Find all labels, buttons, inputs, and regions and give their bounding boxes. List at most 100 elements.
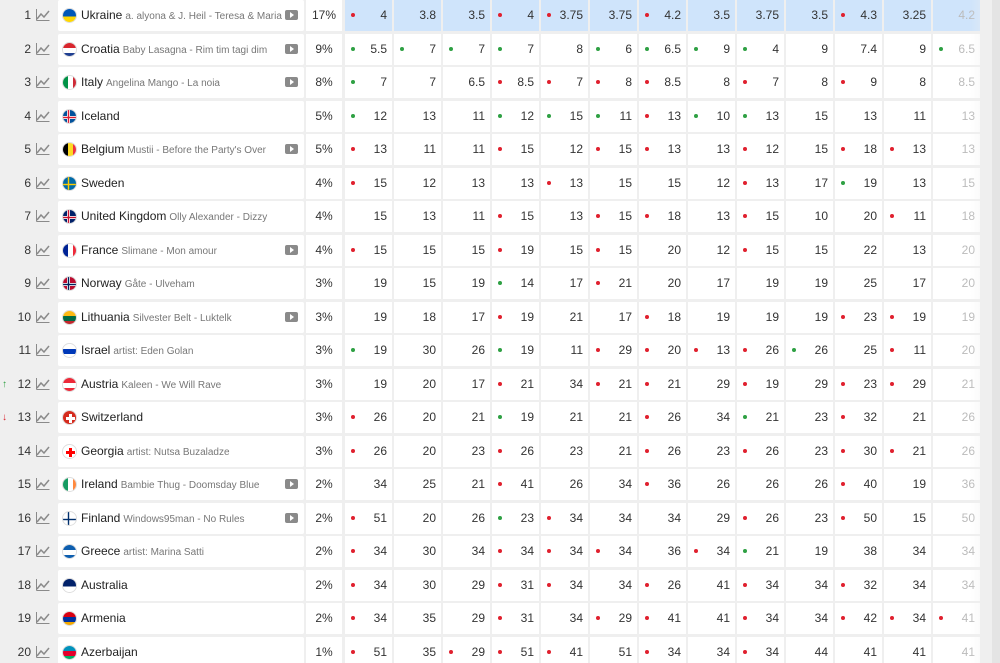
odds-cell[interactable]: 13 [639, 100, 686, 132]
odds-cell[interactable]: 18 [639, 301, 686, 333]
odds-cell[interactable]: 15 [394, 268, 441, 299]
odds-cell[interactable]: 11 [443, 201, 490, 232]
odds-cell[interactable]: 13 [884, 167, 931, 199]
odds-cell[interactable]: 15 [345, 201, 392, 232]
odds-cell[interactable]: 15 [786, 100, 833, 132]
odds-cell[interactable]: 21 [590, 268, 637, 299]
odds-cell[interactable]: 20 [933, 268, 980, 299]
odds-cell[interactable]: 41 [541, 636, 588, 663]
odds-cell[interactable]: 50 [835, 502, 882, 534]
odds-cell[interactable]: 51 [590, 636, 637, 663]
trend-chart-icon[interactable] [36, 377, 50, 390]
odds-cell[interactable]: 20 [639, 335, 686, 366]
odds-cell[interactable]: 26 [639, 402, 686, 433]
odds-cell[interactable]: 4 [737, 33, 784, 65]
odds-cell[interactable]: 4 [492, 0, 539, 31]
odds-cell[interactable]: 7 [541, 67, 588, 98]
trend-chart-icon[interactable] [36, 411, 50, 423]
odds-cell[interactable]: 4.2 [933, 0, 980, 31]
odds-cell[interactable]: 19 [884, 301, 931, 333]
trend-chart-icon[interactable] [36, 444, 50, 457]
odds-cell[interactable]: 34 [541, 603, 588, 634]
odds-cell[interactable]: 8.5 [639, 67, 686, 98]
country-cell[interactable]: Finland Windows95man - No Rules [58, 502, 304, 534]
odds-cell[interactable]: 18 [639, 201, 686, 232]
odds-cell[interactable]: 21 [884, 435, 931, 467]
table-row[interactable]: 18 Australia 2% 34 30 29 31 34 34 26 41 34 34 32 34 34 [0, 569, 1000, 601]
odds-cell[interactable]: 26 [786, 335, 833, 366]
odds-cell[interactable]: 19 [345, 268, 392, 299]
odds-cell[interactable]: 34 [884, 536, 931, 567]
odds-cell[interactable]: 21 [639, 368, 686, 400]
odds-cell[interactable]: 29 [884, 368, 931, 400]
odds-cell[interactable]: 41 [884, 636, 931, 663]
trend-chart-icon[interactable] [36, 344, 50, 356]
odds-cell[interactable]: 15 [933, 167, 980, 199]
odds-cell[interactable]: 25 [835, 268, 882, 299]
odds-cell[interactable]: 11 [884, 335, 931, 366]
odds-cell[interactable]: 26 [443, 335, 490, 366]
trend-chart-icon[interactable] [36, 243, 50, 256]
odds-cell[interactable]: 34 [345, 569, 392, 601]
odds-cell[interactable]: 15 [590, 167, 637, 199]
odds-cell[interactable]: 11 [443, 100, 490, 132]
odds-cell[interactable]: 19 [345, 368, 392, 400]
odds-cell[interactable]: 12 [345, 100, 392, 132]
odds-cell[interactable]: 29 [443, 603, 490, 634]
table-row[interactable]: 3 Italy Angelina Mango - La noia 8% 7 7 6.5 8.5… [0, 67, 1000, 98]
odds-cell[interactable]: 26 [443, 502, 490, 534]
odds-cell[interactable]: 41 [639, 603, 686, 634]
trend-chart-icon[interactable] [36, 478, 50, 490]
table-row[interactable]: 8 France Slimane - Mon amour 4% 15 15 15 19 15 15… [0, 234, 1000, 266]
odds-cell[interactable]: 19 [492, 335, 539, 366]
odds-cell[interactable]: 13 [933, 134, 980, 165]
odds-cell[interactable]: 15 [541, 234, 588, 266]
odds-cell[interactable]: 7 [492, 33, 539, 65]
odds-cell[interactable]: 12 [688, 167, 735, 199]
table-row[interactable]: 6 Sweden 4% 15 12 13 13 13 15 15 12 13 17 19 13 15 [0, 167, 1000, 199]
trend-chart-icon[interactable] [36, 645, 50, 658]
odds-cell[interactable]: 19 [492, 234, 539, 266]
video-icon[interactable] [285, 10, 298, 20]
odds-cell[interactable]: 9 [884, 33, 931, 65]
odds-cell[interactable]: 34 [737, 603, 784, 634]
odds-cell[interactable]: 26 [541, 469, 588, 500]
odds-cell[interactable]: 26 [345, 402, 392, 433]
odds-cell[interactable]: 21 [590, 435, 637, 467]
odds-cell[interactable]: 13 [688, 335, 735, 366]
odds-cell[interactable]: 34 [590, 536, 637, 567]
odds-cell[interactable]: 3.8 [394, 0, 441, 31]
odds-cell[interactable]: 19 [737, 268, 784, 299]
odds-cell[interactable]: 34 [541, 502, 588, 534]
odds-cell[interactable]: 19 [492, 301, 539, 333]
odds-cell[interactable]: 19 [786, 301, 833, 333]
odds-cell[interactable]: 13 [835, 100, 882, 132]
odds-cell[interactable]: 21 [492, 368, 539, 400]
country-cell[interactable]: Austria Kaleen - We Will Rave [58, 368, 304, 400]
odds-cell[interactable]: 19 [737, 368, 784, 400]
odds-cell[interactable]: 29 [786, 368, 833, 400]
odds-cell[interactable]: 15 [345, 167, 392, 199]
odds-cell[interactable]: 9 [688, 33, 735, 65]
country-cell[interactable]: France Slimane - Mon amour [58, 234, 304, 266]
odds-cell[interactable]: 22 [835, 234, 882, 266]
odds-cell[interactable]: 23 [786, 435, 833, 467]
odds-cell[interactable]: 6 [590, 33, 637, 65]
country-cell[interactable]: Australia [58, 569, 304, 601]
odds-cell[interactable]: 19 [345, 335, 392, 366]
odds-cell[interactable]: 36 [933, 469, 980, 500]
odds-cell[interactable]: 34 [443, 536, 490, 567]
odds-cell[interactable]: 21 [541, 301, 588, 333]
odds-cell[interactable]: 15 [345, 234, 392, 266]
odds-cell[interactable]: 15 [884, 502, 931, 534]
odds-cell[interactable]: 18 [835, 134, 882, 165]
odds-cell[interactable]: 14 [492, 268, 539, 299]
odds-cell[interactable]: 21 [737, 402, 784, 433]
video-icon[interactable] [285, 244, 298, 255]
odds-cell[interactable]: 26 [737, 335, 784, 366]
country-cell[interactable]: Iceland [58, 100, 304, 132]
odds-cell[interactable]: 17 [884, 268, 931, 299]
odds-cell[interactable]: 3.75 [590, 0, 637, 31]
odds-cell[interactable]: 35 [394, 636, 441, 663]
odds-cell[interactable]: 38 [835, 536, 882, 567]
